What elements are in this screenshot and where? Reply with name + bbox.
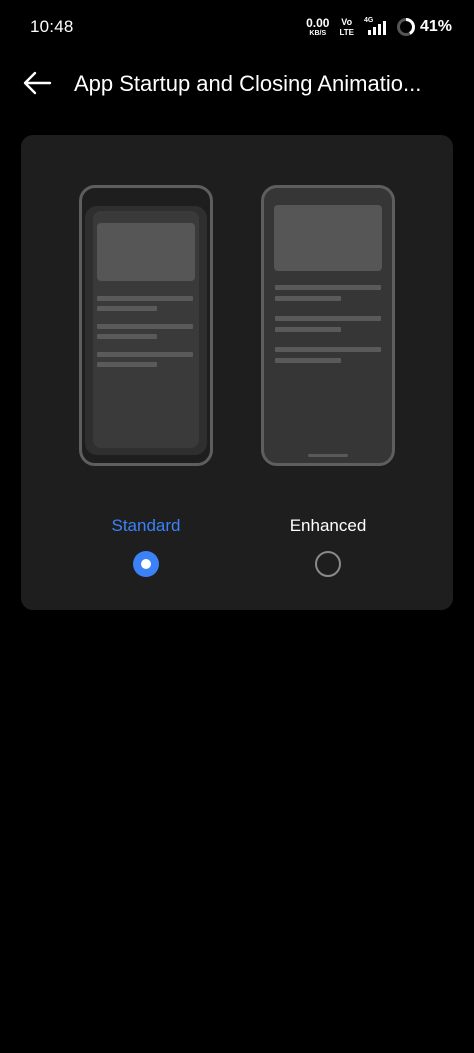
radio-enhanced[interactable] <box>315 551 341 577</box>
status-icons: 0.00 KB/S Vo LTE 4G 41% <box>306 14 452 40</box>
signal-icon: 4G <box>364 17 386 37</box>
option-standard-label: Standard <box>111 516 181 535</box>
page-title: App Startup and Closing Animatio... <box>74 71 422 96</box>
battery-ring-icon <box>396 18 415 36</box>
radio-standard[interactable] <box>133 551 159 577</box>
animation-style-card: Standard Enhanced <box>21 135 453 610</box>
battery-percent: 41% <box>419 18 452 35</box>
network-speed-indicator: 0.00 KB/S <box>306 17 329 37</box>
network-speed-value: 0.00 <box>306 16 330 30</box>
volte-top-label: Vo <box>341 16 353 27</box>
network-speed-unit: KB/S <box>309 30 327 37</box>
volte-indicator: Vo LTE <box>339 16 354 37</box>
status-bar: 10:48 0.00 KB/S Vo LTE 4G 41% <box>0 0 474 54</box>
standard-preview-illustration <box>79 185 213 466</box>
option-enhanced-label: Enhanced <box>289 516 367 535</box>
status-time: 10:48 <box>30 17 74 36</box>
volte-bottom-label: LTE <box>339 27 354 37</box>
battery-indicator: 41% <box>396 17 452 37</box>
app-bar: App Startup and Closing Animatio... <box>0 54 474 114</box>
enhanced-preview-illustration <box>261 185 395 466</box>
option-enhanced[interactable]: Enhanced <box>243 135 413 610</box>
option-standard[interactable]: Standard <box>61 135 231 610</box>
arrow-left-icon <box>23 71 52 95</box>
back-button[interactable] <box>18 66 56 100</box>
